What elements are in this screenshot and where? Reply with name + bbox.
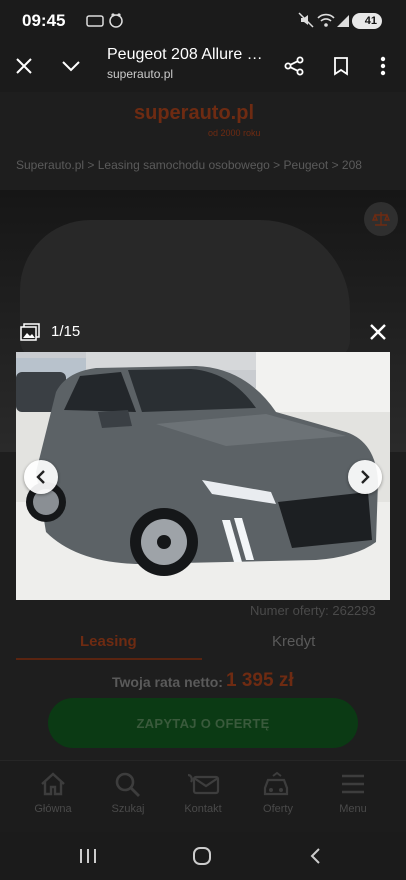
- bookmark-button[interactable]: [325, 50, 357, 82]
- wifi-icon: [317, 12, 335, 31]
- menu-icon: [342, 774, 364, 794]
- nav-label: Menu: [339, 803, 367, 815]
- home-button[interactable]: [192, 846, 212, 871]
- nav-item-home[interactable]: Główna: [18, 761, 88, 832]
- site-logo[interactable]: superauto.pl: [134, 102, 254, 125]
- search-icon: [115, 772, 140, 797]
- offer-number: Numer oferty: 262293: [250, 603, 376, 618]
- nav-label: Kontakt: [184, 803, 222, 815]
- contact-icon: [187, 773, 220, 795]
- page-title: Peugeot 208 Allure …: [107, 46, 263, 63]
- signal-icon: [336, 12, 350, 31]
- tab-kredyt[interactable]: Kredyt: [272, 633, 315, 650]
- chevron-left-icon: [36, 470, 45, 484]
- tab-leasing[interactable]: Leasing: [80, 633, 137, 650]
- image-counter: 1/15: [51, 323, 81, 340]
- site-tagline: od 2000 roku: [208, 128, 261, 138]
- chevron-right-icon: [361, 470, 370, 484]
- nav-item-contact[interactable]: Kontakt: [168, 761, 238, 832]
- temu-icon: [108, 12, 124, 31]
- nav-item-search[interactable]: Szukaj: [93, 761, 163, 832]
- system-navigation-bar: [0, 832, 406, 880]
- more-vert-icon: [380, 56, 386, 76]
- page-url: superauto.pl: [107, 67, 174, 81]
- back-icon: [310, 848, 320, 864]
- status-bar: 09:45 41: [0, 0, 406, 40]
- bookmark-icon: [334, 57, 348, 76]
- active-tab-indicator: [16, 658, 202, 660]
- compare-button[interactable]: [364, 202, 398, 236]
- nav-label: Oferty: [263, 803, 293, 815]
- recent-apps-icon: [80, 849, 96, 863]
- home-circle-icon: [193, 847, 211, 865]
- close-icon: [16, 58, 32, 74]
- home-icon: [41, 772, 65, 796]
- next-image-button[interactable]: [348, 460, 382, 494]
- recent-apps-button[interactable]: [78, 846, 98, 871]
- nav-item-offers[interactable]: Oferty: [243, 761, 313, 832]
- more-options-button[interactable]: [367, 50, 399, 82]
- scale-icon: [372, 212, 390, 226]
- site-bottom-nav: Główna Szukaj Kontakt Oferty Menu: [0, 760, 406, 832]
- battery-icon: 41: [352, 13, 382, 29]
- car-icon: [263, 771, 289, 796]
- close-tab-button[interactable]: [8, 50, 40, 82]
- breadcrumb[interactable]: Superauto.pl > Leasing samochodu osobowe…: [16, 158, 362, 172]
- share-icon: [284, 56, 304, 76]
- chevron-down-icon: [62, 61, 80, 72]
- status-time: 09:45: [22, 11, 66, 30]
- car-photo[interactable]: [16, 352, 390, 600]
- previous-image-button[interactable]: [24, 460, 58, 494]
- share-button[interactable]: [278, 50, 310, 82]
- nav-item-menu[interactable]: Menu: [318, 761, 388, 832]
- minimize-tab-button[interactable]: [55, 50, 87, 82]
- ask-for-offer-button[interactable]: ZAPYTAJ O OFERTĘ: [48, 698, 358, 748]
- rate-label: Twoja rata netto:: [112, 674, 223, 690]
- gallery-icon: [20, 323, 40, 346]
- browser-toolbar: Peugeot 208 Allure … superauto.pl: [0, 40, 406, 92]
- rate-value: 1 395 zł: [226, 670, 294, 691]
- close-icon: [370, 324, 386, 340]
- mute-icon: [298, 12, 314, 31]
- nav-label: Główna: [34, 803, 72, 815]
- lte-icon: [86, 14, 104, 30]
- close-lightbox-button[interactable]: [364, 318, 392, 346]
- back-button[interactable]: [306, 846, 326, 871]
- nav-label: Szukaj: [111, 803, 145, 815]
